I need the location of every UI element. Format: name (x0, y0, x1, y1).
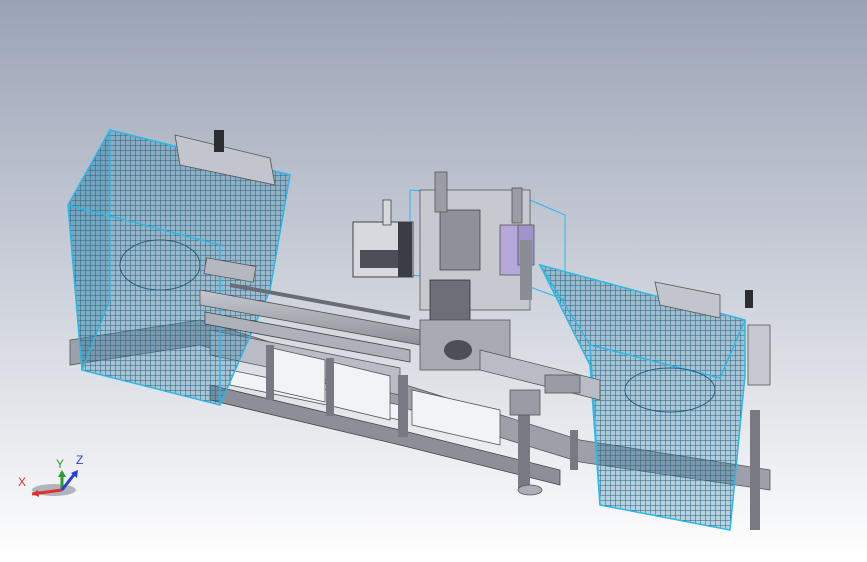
coordinate-triad: X Y Z (14, 450, 94, 510)
right-safety-guard[interactable] (538, 263, 771, 531)
central-station[interactable] (409, 171, 566, 371)
triad-z-label: Z (76, 453, 84, 467)
control-box[interactable] (352, 199, 414, 278)
machine-model[interactable] (0, 0, 867, 562)
triad-y-label: Y (56, 457, 65, 471)
cad-viewport[interactable]: X Y Z (0, 0, 867, 562)
right-fixtures (479, 349, 601, 416)
triad-x-label: X (18, 475, 27, 489)
